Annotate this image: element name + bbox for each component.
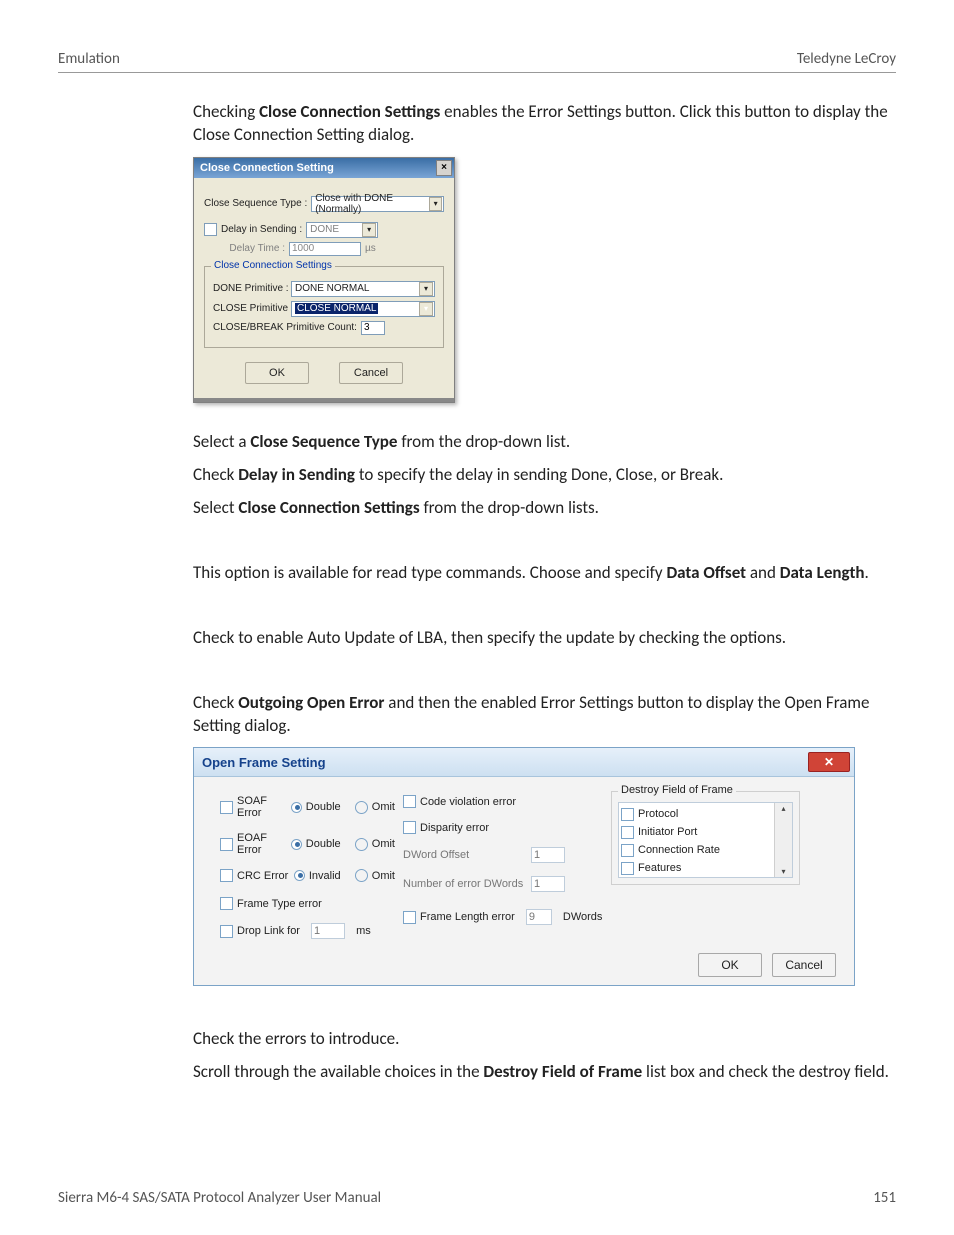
close-connection-dialog: Close Connection Setting × Close Sequenc… <box>193 157 455 403</box>
eoaf-label: EOAF Error <box>237 832 287 856</box>
para-1: Checking Close Connection Settings enabl… <box>193 101 896 147</box>
eoaf-checkbox[interactable] <box>220 838 233 851</box>
chevron-down-icon: ▾ <box>419 302 433 316</box>
close-connection-group: Close Connection Settings DONE Primitive… <box>204 266 444 348</box>
soaf-double-radio[interactable] <box>291 802 302 813</box>
dialog-title: Open Frame Setting <box>202 755 326 770</box>
eoaf-omit-radio[interactable] <box>355 838 368 851</box>
scroll-down-icon[interactable]: ▾ <box>781 867 785 876</box>
close-primitive-label: CLOSE Primitive : <box>213 303 287 314</box>
destroy-field-group: Destroy Field of Frame Protocol Initiato… <box>611 791 800 885</box>
dword-offset-input[interactable] <box>531 847 565 863</box>
close-primitive-select[interactable]: CLOSE NORMAL▾ <box>291 301 435 317</box>
delay-time-label: Delay Time : <box>221 243 285 254</box>
group-legend: Close Connection Settings <box>211 260 335 271</box>
ok-button[interactable]: OK <box>245 362 309 384</box>
num-err-label: Number of error DWords <box>403 878 527 890</box>
frame-type-label: Frame Type error <box>237 898 322 910</box>
destroy-item-checkbox[interactable] <box>621 844 634 857</box>
destroy-item-checkbox[interactable] <box>621 826 634 839</box>
para-7: Check Outgoing Open Error and then the e… <box>193 692 896 738</box>
code-viol-checkbox[interactable] <box>403 795 416 808</box>
prim-count-input[interactable] <box>361 321 385 335</box>
para-4: Select Close Connection Settings from th… <box>193 497 896 520</box>
scroll-up-icon[interactable]: ▴ <box>781 804 785 813</box>
soaf-checkbox[interactable] <box>220 801 233 814</box>
frame-len-input[interactable] <box>526 909 552 925</box>
soaf-label: SOAF Error <box>237 795 287 819</box>
para-5: This option is available for read type c… <box>193 562 896 585</box>
delay-sending-select[interactable]: DONE▾ <box>306 222 378 238</box>
drop-link-checkbox[interactable] <box>220 925 233 938</box>
frame-type-checkbox[interactable] <box>220 897 233 910</box>
delay-sending-label: Delay in Sending : <box>221 224 302 235</box>
page-number: 151 <box>873 1189 896 1207</box>
crc-invalid-radio[interactable] <box>294 870 305 881</box>
footer-left: Sierra M6-4 SAS/SATA Protocol Analyzer U… <box>58 1189 381 1207</box>
ok-button[interactable]: OK <box>698 953 762 977</box>
destroy-item-checkbox[interactable] <box>621 808 634 821</box>
header-left: Emulation <box>58 50 120 68</box>
delay-time-input[interactable] <box>289 242 361 256</box>
cancel-button[interactable]: Cancel <box>339 362 403 384</box>
seq-type-select[interactable]: Close with DONE (Normally)▾ <box>311 196 444 212</box>
done-primitive-select[interactable]: DONE NORMAL▾ <box>291 281 435 297</box>
dialog-title: Close Connection Setting <box>200 162 334 174</box>
dialog-titlebar: Open Frame Setting ✕ <box>194 748 854 777</box>
close-icon[interactable]: × <box>436 160 452 176</box>
delay-sending-checkbox[interactable] <box>204 223 217 236</box>
chevron-down-icon: ▾ <box>419 282 433 296</box>
drop-link-input[interactable] <box>311 923 345 939</box>
dword-offset-label: DWord Offset <box>403 849 527 861</box>
para-8: Check the errors to introduce. <box>193 1028 896 1051</box>
destroy-listbox[interactable]: Protocol Initiator Port Connection Rate … <box>618 802 793 878</box>
dialog-titlebar: Close Connection Setting × <box>194 158 454 178</box>
open-frame-dialog: Open Frame Setting ✕ SOAF ErrorDouble Om… <box>193 747 855 986</box>
frame-len-checkbox[interactable] <box>403 911 416 924</box>
num-err-input[interactable] <box>531 876 565 892</box>
seq-type-label: Close Sequence Type : <box>204 198 307 209</box>
delay-time-unit: µs <box>365 243 376 254</box>
header-right: Teledyne LeCroy <box>797 50 896 68</box>
disparity-checkbox[interactable] <box>403 821 416 834</box>
scrollbar[interactable]: ▴▾ <box>774 803 792 877</box>
chevron-down-icon: ▾ <box>429 197 442 211</box>
soaf-omit-radio[interactable] <box>355 801 368 814</box>
para-3: Check Delay in Sending to specify the de… <box>193 464 896 487</box>
para-9: Scroll through the available choices in … <box>193 1061 896 1084</box>
drop-link-label: Drop Link for <box>237 925 300 937</box>
prim-count-label: CLOSE/BREAK Primitive Count: <box>213 322 357 333</box>
crc-label: CRC Error <box>237 870 290 882</box>
eoaf-double-radio[interactable] <box>291 839 302 850</box>
crc-checkbox[interactable] <box>220 869 233 882</box>
header-rule <box>58 72 896 73</box>
destroy-item-checkbox[interactable] <box>621 862 634 875</box>
para-6: Check to enable Auto Update of LBA, then… <box>193 627 896 650</box>
destroy-legend: Destroy Field of Frame <box>618 784 736 796</box>
done-primitive-label: DONE Primitive : <box>213 283 287 294</box>
cancel-button[interactable]: Cancel <box>772 953 836 977</box>
crc-omit-radio[interactable] <box>355 869 368 882</box>
close-icon[interactable]: ✕ <box>808 752 850 772</box>
para-2: Select a Close Sequence Type from the dr… <box>193 431 896 454</box>
chevron-down-icon: ▾ <box>362 223 376 237</box>
